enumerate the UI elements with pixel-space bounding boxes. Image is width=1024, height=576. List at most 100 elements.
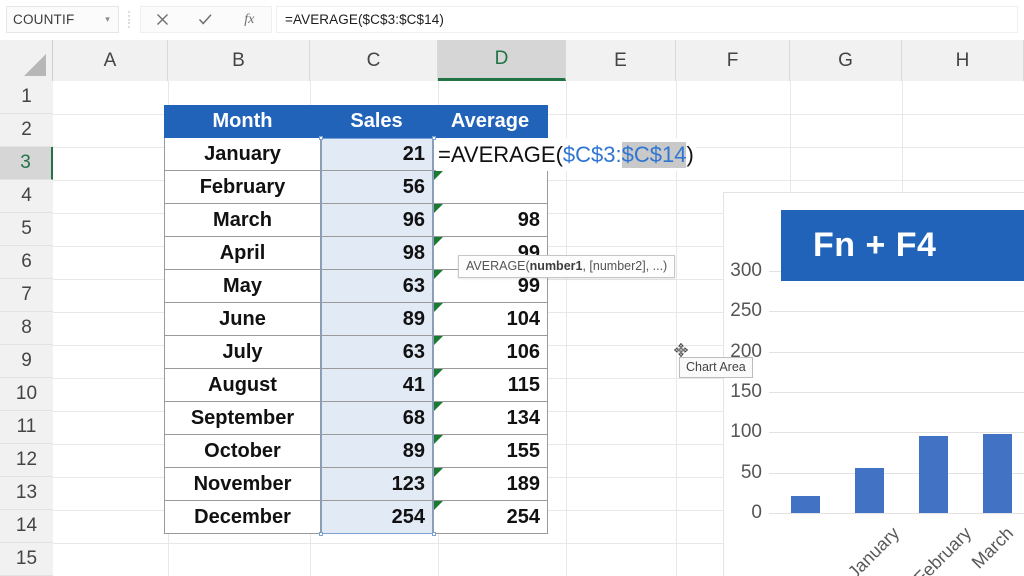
- cell-average[interactable]: [433, 171, 548, 204]
- cell-month[interactable]: March: [164, 204, 321, 237]
- cell-sales[interactable]: 89: [321, 435, 433, 468]
- row-header-2[interactable]: 2: [0, 114, 53, 147]
- cell-month[interactable]: January: [164, 138, 321, 171]
- y-axis-tick: 250: [723, 300, 762, 322]
- cell-average[interactable]: 106: [433, 336, 548, 369]
- cell-sales[interactable]: 89: [321, 303, 433, 336]
- error-indicator-icon[interactable]: [433, 336, 443, 346]
- table-row[interactable]: November123189: [164, 468, 548, 501]
- cell-average[interactable]: 134: [433, 402, 548, 435]
- select-all-corner[interactable]: [0, 40, 53, 81]
- row-header-12[interactable]: 12: [0, 444, 53, 477]
- formula-suffix: ): [686, 142, 693, 168]
- y-axis-tick: 150: [723, 381, 762, 403]
- x-axis-label: January: [844, 523, 904, 576]
- cell-month[interactable]: October: [164, 435, 321, 468]
- row-header-14[interactable]: 14: [0, 510, 53, 543]
- row-header-9[interactable]: 9: [0, 345, 53, 378]
- row-header-1[interactable]: 1: [0, 81, 53, 114]
- cell-month[interactable]: December: [164, 501, 321, 534]
- function-signature-tooltip: AVERAGE(number1, [number2], ...): [458, 255, 675, 278]
- error-indicator-icon[interactable]: [433, 303, 443, 313]
- cell-average[interactable]: 254: [433, 501, 548, 534]
- cell-average[interactable]: 104: [433, 303, 548, 336]
- tooltip-bold-arg: number1: [530, 259, 583, 273]
- table-row[interactable]: October89155: [164, 435, 548, 468]
- cell-month[interactable]: April: [164, 237, 321, 270]
- row-header-15[interactable]: 15: [0, 543, 53, 576]
- column-header-c[interactable]: C: [310, 40, 438, 81]
- column-header-d[interactable]: D: [438, 40, 566, 81]
- cancel-icon[interactable]: [143, 7, 183, 32]
- cell-sales[interactable]: 96: [321, 204, 433, 237]
- cell-sales[interactable]: 56: [321, 171, 433, 204]
- cell-sales[interactable]: 41: [321, 369, 433, 402]
- cell-average[interactable]: 189: [433, 468, 548, 501]
- table-header-row: Month Sales Average: [164, 105, 548, 138]
- cell-sales[interactable]: 63: [321, 336, 433, 369]
- row-header-7[interactable]: 7: [0, 279, 53, 312]
- row-header-3[interactable]: 3: [0, 147, 53, 180]
- cell-month[interactable]: February: [164, 171, 321, 204]
- cell-average[interactable]: 115: [433, 369, 548, 402]
- cell-month[interactable]: June: [164, 303, 321, 336]
- cell-month[interactable]: August: [164, 369, 321, 402]
- cell-sales[interactable]: 98: [321, 237, 433, 270]
- cell-month[interactable]: September: [164, 402, 321, 435]
- enter-icon[interactable]: [186, 7, 226, 32]
- table-row[interactable]: December254254: [164, 501, 548, 534]
- worksheet-grid[interactable]: Month Sales Average January21February56M…: [53, 81, 1024, 576]
- error-indicator-icon[interactable]: [433, 204, 443, 214]
- column-header-e[interactable]: E: [566, 40, 676, 81]
- cell-sales[interactable]: 68: [321, 402, 433, 435]
- error-indicator-icon[interactable]: [433, 171, 443, 181]
- x-axis-label: February: [910, 523, 976, 576]
- chart-bar[interactable]: [919, 436, 948, 513]
- column-header-a[interactable]: A: [53, 40, 168, 81]
- cell-month[interactable]: July: [164, 336, 321, 369]
- cell-month[interactable]: November: [164, 468, 321, 501]
- error-indicator-icon[interactable]: [433, 435, 443, 445]
- cell-average[interactable]: 155: [433, 435, 548, 468]
- cell-sales[interactable]: 63: [321, 270, 433, 303]
- table-row[interactable]: March9698: [164, 204, 548, 237]
- cell-average[interactable]: 98: [433, 204, 548, 237]
- cell-edit-overlay[interactable]: =AVERAGE($C$3:$C$14): [436, 138, 696, 171]
- error-indicator-icon[interactable]: [433, 270, 443, 280]
- bar-chart[interactable]: 050100150200250300 JanuaryFebruaryMarchA…: [723, 192, 1024, 576]
- table-row[interactable]: June89104: [164, 303, 548, 336]
- cell-month[interactable]: May: [164, 270, 321, 303]
- row-header-11[interactable]: 11: [0, 411, 53, 444]
- row-header-6[interactable]: 6: [0, 246, 53, 279]
- row-header-4[interactable]: 4: [0, 180, 53, 213]
- row-header-5[interactable]: 5: [0, 213, 53, 246]
- table-row[interactable]: September68134: [164, 402, 548, 435]
- error-indicator-icon[interactable]: [433, 468, 443, 478]
- row-header-10[interactable]: 10: [0, 378, 53, 411]
- chart-bar[interactable]: [791, 496, 820, 513]
- chevron-down-icon[interactable]: ▾: [105, 14, 112, 25]
- column-header-h[interactable]: H: [902, 40, 1024, 81]
- row-header-8[interactable]: 8: [0, 312, 53, 345]
- insert-function-icon[interactable]: fx: [229, 7, 269, 32]
- tooltip-suffix: , [number2], ...): [582, 259, 667, 273]
- chart-bar[interactable]: [983, 434, 1012, 513]
- column-header-g[interactable]: G: [790, 40, 902, 81]
- table-row[interactable]: August41115: [164, 369, 548, 402]
- error-indicator-icon[interactable]: [433, 369, 443, 379]
- error-indicator-icon[interactable]: [433, 501, 443, 511]
- y-axis-tick: 50: [723, 462, 762, 484]
- column-header-b[interactable]: B: [168, 40, 310, 81]
- name-box[interactable]: COUNTIF ▾: [6, 6, 119, 33]
- error-indicator-icon[interactable]: [433, 402, 443, 412]
- cell-sales[interactable]: 123: [321, 468, 433, 501]
- table-row[interactable]: February56: [164, 171, 548, 204]
- cell-sales[interactable]: 254: [321, 501, 433, 534]
- column-header-f[interactable]: F: [676, 40, 790, 81]
- cell-sales[interactable]: 21: [321, 138, 433, 171]
- error-indicator-icon[interactable]: [433, 237, 443, 247]
- table-row[interactable]: July63106: [164, 336, 548, 369]
- row-header-13[interactable]: 13: [0, 477, 53, 510]
- formula-input[interactable]: =AVERAGE($C$3:$C$14): [276, 6, 1018, 33]
- chart-bar[interactable]: [855, 468, 884, 513]
